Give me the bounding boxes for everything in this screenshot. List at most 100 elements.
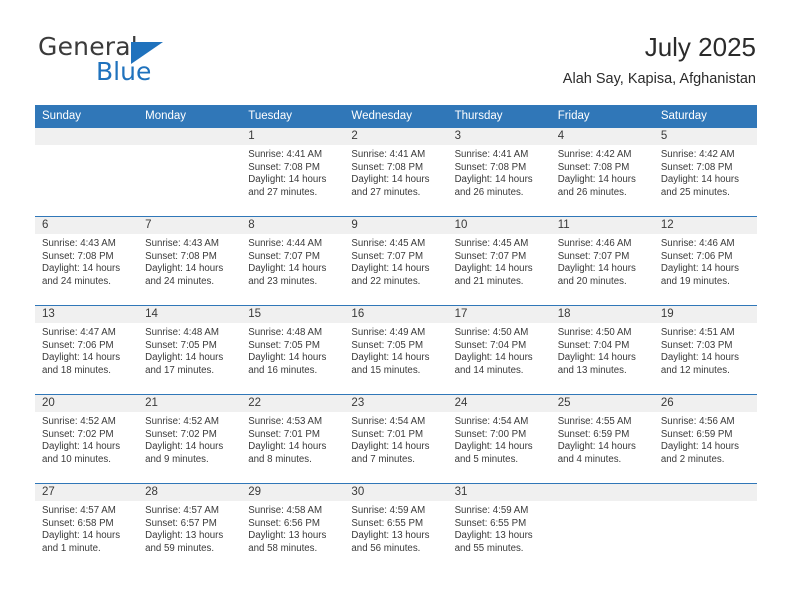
calendar-day-cell[interactable]: 8 Sunrise: 4:44 AM Sunset: 7:07 PM Daylight…	[241, 217, 345, 305]
calendar-page: General Blue July 2025 Alah Say, Kapisa,…	[0, 0, 792, 612]
calendar-day-cell[interactable]: 30 Sunrise: 4:59 AM Sunset: 6:55 PM Dayligh…	[344, 484, 448, 572]
day-detail-line: Daylight: 14 hours	[454, 263, 533, 275]
weekday-header-monday: Monday	[145, 110, 187, 122]
general-blue-logo[interactable]: General Blue	[36, 30, 266, 90]
calendar-day-cell[interactable]: 26 Sunrise: 4:56 AM Sunset: 6:59 PM Dayligh…	[653, 395, 757, 483]
day-details: Sunrise: 4:49 AM Sunset: 7:05 PM Daylight:…	[344, 323, 447, 377]
calendar-day-cell[interactable]: 12 Sunrise: 4:46 AM Sunset: 7:06 PM Dayligh…	[653, 217, 757, 305]
calendar-day-cell[interactable]: 3 Sunrise: 4:41 AM Sunset: 7:08 PM Daylight…	[447, 128, 551, 216]
day-number: 27	[35, 484, 139, 501]
day-details: Sunrise: 4:46 AM Sunset: 7:06 PM Daylight:…	[654, 234, 757, 288]
calendar-day-cell[interactable]: 21 Sunrise: 4:52 AM Sunset: 7:02 PM Dayligh…	[138, 395, 242, 483]
day-detail-line: and 19 minutes.	[660, 275, 730, 287]
day-detail-line: Sunrise: 4:51 AM	[660, 327, 735, 338]
calendar-day-cell[interactable]: 27 Sunrise: 4:57 AM Sunset: 6:58 PM Dayligh…	[35, 484, 139, 572]
calendar-day-cell[interactable]: 19 Sunrise: 4:51 AM Sunset: 7:03 PM Dayligh…	[653, 306, 757, 394]
calendar-day-cell[interactable]: 16 Sunrise: 4:49 AM Sunset: 7:05 PM Dayligh…	[344, 306, 448, 394]
day-detail-line: Daylight: 14 hours	[557, 263, 636, 275]
calendar-day-cell[interactable]: 20 Sunrise: 4:52 AM Sunset: 7:02 PM Dayligh…	[35, 395, 139, 483]
calendar-day-cell[interactable]: 15 Sunrise: 4:48 AM Sunset: 7:05 PM Dayligh…	[241, 306, 345, 394]
day-detail-line: Daylight: 14 hours	[248, 352, 327, 364]
day-detail-line: Sunrise: 4:41 AM	[454, 149, 529, 160]
calendar-day-cell[interactable]: 23 Sunrise: 4:54 AM Sunset: 7:01 PM Dayligh…	[344, 395, 448, 483]
calendar-day-cell[interactable]: 1 Sunrise: 4:41 AM Sunset: 7:08 PM Daylight…	[241, 128, 345, 216]
calendar-day-cell[interactable]: 22 Sunrise: 4:53 AM Sunset: 7:01 PM Dayligh…	[241, 395, 345, 483]
day-detail-line: Sunrise: 4:52 AM	[42, 416, 116, 427]
weekday-header-saturday: Saturday	[660, 110, 707, 122]
day-details: Sunrise: 4:45 AM Sunset: 7:07 PM Daylight:…	[448, 234, 551, 288]
day-number: 28	[138, 484, 242, 501]
day-detail-line: Daylight: 14 hours	[248, 263, 327, 275]
day-detail-line: Sunset: 7:08 PM	[557, 161, 630, 173]
calendar-day-cell[interactable]: 25 Sunrise: 4:55 AM Sunset: 6:59 PM Dayligh…	[550, 395, 654, 483]
day-detail-line: Sunset: 7:04 PM	[454, 339, 527, 351]
day-detail-line: Daylight: 13 hours	[454, 530, 533, 542]
day-detail-line: and 27 minutes.	[248, 186, 318, 198]
day-detail-line: Sunset: 7:07 PM	[557, 250, 630, 262]
day-detail-line: Sunset: 7:01 PM	[351, 428, 424, 440]
calendar-day-cell-empty	[138, 128, 242, 216]
day-detail-line: and 25 minutes.	[660, 186, 730, 198]
day-detail-line: Sunrise: 4:59 AM	[454, 505, 529, 516]
day-detail-line: Sunset: 7:03 PM	[660, 339, 733, 351]
day-detail-line: Sunrise: 4:54 AM	[351, 416, 426, 427]
day-detail-line: and 7 minutes.	[351, 453, 415, 465]
day-detail-line: Sunrise: 4:58 AM	[248, 505, 323, 516]
day-details: Sunrise: 4:48 AM Sunset: 7:05 PM Daylight:…	[138, 323, 241, 377]
day-detail-line: Daylight: 14 hours	[660, 352, 739, 364]
day-details: Sunrise: 4:55 AM Sunset: 6:59 PM Daylight:…	[551, 412, 654, 466]
calendar-day-cell[interactable]: 11 Sunrise: 4:46 AM Sunset: 7:07 PM Dayligh…	[550, 217, 654, 305]
day-details: Sunrise: 4:54 AM Sunset: 7:00 PM Daylight:…	[448, 412, 551, 466]
page-subtitle: Alah Say, Kapisa, Afghanistan	[562, 71, 756, 87]
calendar-day-cell[interactable]: 31 Sunrise: 4:59 AM Sunset: 6:55 PM Dayligh…	[447, 484, 551, 572]
calendar-day-cell[interactable]: 28 Sunrise: 4:57 AM Sunset: 6:57 PM Dayligh…	[138, 484, 242, 572]
day-number: 17	[447, 306, 551, 323]
day-detail-line: Sunrise: 4:41 AM	[248, 149, 323, 160]
day-detail-line: and 24 minutes.	[42, 275, 111, 287]
day-detail-line: Sunset: 6:57 PM	[145, 517, 217, 529]
day-detail-line: Daylight: 14 hours	[454, 441, 533, 453]
day-detail-line: Sunrise: 4:53 AM	[248, 416, 323, 427]
day-detail-line: Sunset: 7:05 PM	[351, 339, 424, 351]
day-detail-line: Sunset: 6:59 PM	[557, 428, 630, 440]
calendar-week-row: 20 Sunrise: 4:52 AM Sunset: 7:02 PM Dayligh…	[35, 394, 757, 483]
day-detail-line: Daylight: 14 hours	[351, 174, 430, 186]
day-number: 9	[344, 217, 448, 234]
day-detail-line: Sunset: 7:01 PM	[248, 428, 320, 440]
day-detail-line: Sunrise: 4:44 AM	[248, 238, 323, 249]
day-detail-line: and 5 minutes.	[454, 453, 519, 465]
calendar-day-cell[interactable]: 24 Sunrise: 4:54 AM Sunset: 7:00 PM Dayligh…	[447, 395, 551, 483]
day-number: 30	[344, 484, 448, 501]
day-details: Sunrise: 4:42 AM Sunset: 7:08 PM Daylight:…	[654, 145, 757, 199]
day-details	[654, 501, 757, 505]
day-number: 18	[550, 306, 654, 323]
calendar-day-cell[interactable]: 17 Sunrise: 4:50 AM Sunset: 7:04 PM Dayligh…	[447, 306, 551, 394]
day-detail-line: Daylight: 13 hours	[145, 530, 224, 542]
calendar-day-cell[interactable]: 10 Sunrise: 4:45 AM Sunset: 7:07 PM Dayligh…	[447, 217, 551, 305]
calendar-day-cell[interactable]: 18 Sunrise: 4:50 AM Sunset: 7:04 PM Dayligh…	[550, 306, 654, 394]
calendar-day-cell[interactable]: 9 Sunrise: 4:45 AM Sunset: 7:07 PM Daylight…	[344, 217, 448, 305]
day-detail-line: Sunset: 7:06 PM	[42, 339, 114, 351]
day-detail-line: and 21 minutes.	[454, 275, 524, 287]
calendar-day-cell[interactable]: 14 Sunrise: 4:48 AM Sunset: 7:05 PM Dayligh…	[138, 306, 242, 394]
calendar-day-cell[interactable]: 6 Sunrise: 4:43 AM Sunset: 7:08 PM Daylight…	[35, 217, 139, 305]
day-number: 5	[653, 128, 757, 145]
day-detail-line: and 24 minutes.	[145, 275, 215, 287]
day-detail-line: Sunset: 7:07 PM	[351, 250, 424, 262]
day-detail-line: Sunrise: 4:48 AM	[145, 327, 219, 338]
day-detail-line: Daylight: 13 hours	[351, 530, 430, 542]
day-detail-line: Daylight: 14 hours	[557, 441, 636, 453]
day-detail-line: and 10 minutes.	[42, 453, 111, 465]
calendar-day-cell[interactable]: 2 Sunrise: 4:41 AM Sunset: 7:08 PM Daylight…	[344, 128, 448, 216]
day-number	[138, 128, 242, 145]
calendar-day-cell[interactable]: 7 Sunrise: 4:43 AM Sunset: 7:08 PM Daylight…	[138, 217, 242, 305]
weekday-header-thursday: Thursday	[454, 110, 503, 122]
day-details: Sunrise: 4:59 AM Sunset: 6:55 PM Daylight:…	[448, 501, 551, 555]
weekday-header-friday: Friday	[557, 110, 590, 122]
calendar-day-cell[interactable]: 13 Sunrise: 4:47 AM Sunset: 7:06 PM Dayligh…	[35, 306, 139, 394]
calendar-day-cell[interactable]: 4 Sunrise: 4:42 AM Sunset: 7:08 PM Daylight…	[550, 128, 654, 216]
calendar-day-cell[interactable]: 5 Sunrise: 4:42 AM Sunset: 7:08 PM Daylight…	[653, 128, 757, 216]
day-detail-line: Daylight: 14 hours	[42, 263, 121, 275]
day-detail-line: Sunrise: 4:42 AM	[557, 149, 632, 160]
calendar-day-cell[interactable]: 29 Sunrise: 4:58 AM Sunset: 6:56 PM Dayligh…	[241, 484, 345, 572]
